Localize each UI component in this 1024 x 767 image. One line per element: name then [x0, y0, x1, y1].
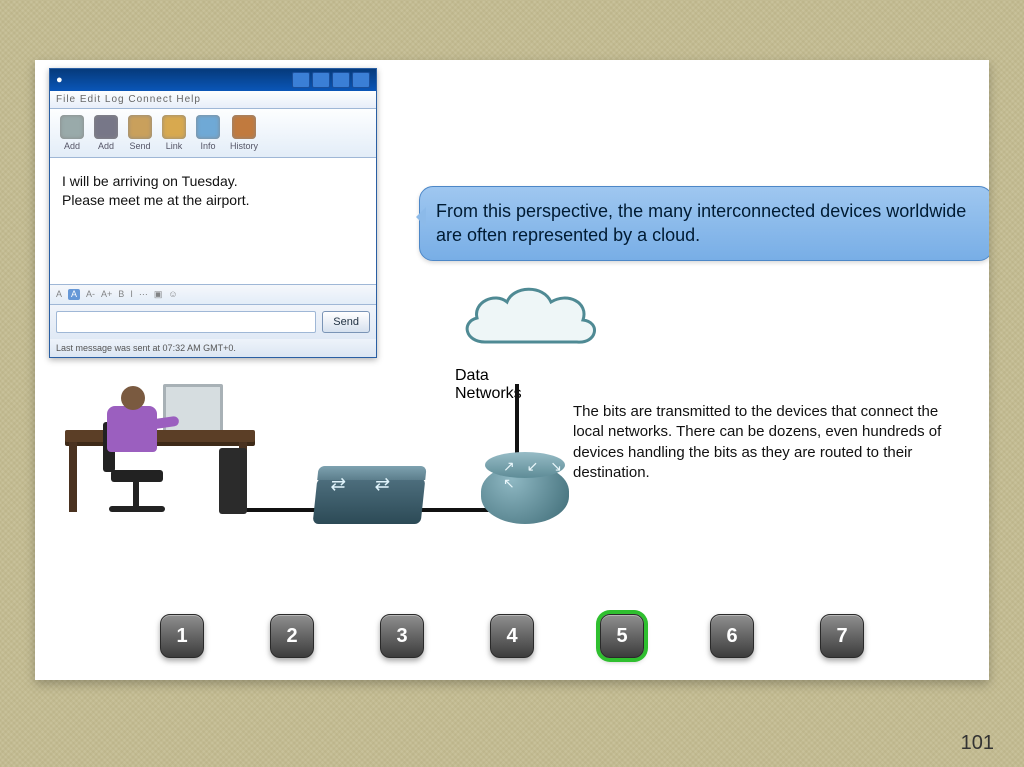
step-button-3[interactable]: 3 — [380, 614, 424, 658]
emoji-icon[interactable]: ☺ — [168, 289, 177, 300]
toolbar-label: Add — [98, 141, 114, 151]
user-at-desk — [55, 370, 555, 570]
step-button-4[interactable]: 4 — [490, 614, 534, 658]
chat-message-line1: I will be arriving on Tuesday. — [62, 172, 364, 191]
send-icon — [128, 115, 152, 139]
pc-tower-icon — [219, 448, 247, 514]
network-switch-icon: ⇄ ⇄ — [313, 478, 426, 524]
page-number: 101 — [961, 732, 994, 755]
network-router-icon: ↗ ↙ ↘ ↖ — [481, 464, 569, 524]
italic-icon[interactable]: I — [130, 289, 133, 300]
toolbar-item-link[interactable]: Link — [162, 115, 186, 151]
cloud-icon — [455, 278, 605, 362]
minimize-icon[interactable] — [292, 72, 310, 88]
desk-leg — [69, 442, 77, 512]
chat-titlebar[interactable]: ● — [50, 69, 376, 91]
info-icon — [196, 115, 220, 139]
font-icon[interactable]: A — [56, 289, 62, 300]
step-button-2[interactable]: 2 — [270, 614, 314, 658]
chat-status-bar: Last message was sent at 07:32 AM GMT+0. — [50, 339, 376, 357]
image-icon[interactable]: ▣ — [154, 289, 163, 300]
chat-format-bar[interactable]: A A A- A+ B I ⋯ ▣ ☺ — [50, 285, 376, 305]
step-button-5[interactable]: 5 — [600, 614, 644, 658]
mic-icon — [94, 115, 118, 139]
switch-arrows-icon: ⇄ ⇄ — [330, 474, 403, 495]
window-controls[interactable] — [292, 72, 370, 88]
size-down-icon[interactable]: A- — [86, 289, 95, 300]
chat-title-dot: ● — [56, 74, 63, 86]
size-up-icon[interactable]: A+ — [101, 289, 112, 300]
router-arrows-icon: ↗ ↙ ↘ ↖ — [503, 458, 569, 492]
step-button-7[interactable]: 7 — [820, 614, 864, 658]
speech-bubble: From this perspective, the many intercon… — [419, 186, 989, 261]
toolbar-label: Send — [129, 141, 150, 151]
chat-input-row: Send — [50, 305, 376, 339]
toolbar-item-history[interactable]: History — [230, 115, 258, 151]
restore-icon[interactable] — [332, 72, 350, 88]
bold-icon[interactable]: B — [118, 289, 124, 300]
toolbar-item-info[interactable]: Info — [196, 115, 220, 151]
step-button-1[interactable]: 1 — [160, 614, 204, 658]
more-icon[interactable]: ⋯ — [139, 289, 148, 300]
chat-message-body: I will be arriving on Tuesday. Please me… — [50, 158, 376, 285]
maximize-icon[interactable] — [312, 72, 330, 88]
toolbar-label: Link — [166, 141, 183, 151]
link-icon — [162, 115, 186, 139]
color-icon[interactable]: A — [68, 289, 80, 300]
close-icon[interactable] — [352, 72, 370, 88]
step-navigation: 1 2 3 4 5 6 7 — [35, 614, 989, 658]
send-button[interactable]: Send — [322, 311, 370, 333]
person-icon — [60, 115, 84, 139]
explanation-text: The bits are transmitted to the devices … — [573, 402, 973, 483]
toolbar-label: Info — [200, 141, 215, 151]
chat-toolbar: Add Add Send Link Info History — [50, 109, 376, 158]
chat-menu-bar[interactable]: File Edit Log Connect Help — [50, 91, 376, 109]
person-icon — [95, 386, 165, 506]
toolbar-item-add2[interactable]: Add — [94, 115, 118, 151]
step-button-6[interactable]: 6 — [710, 614, 754, 658]
chat-text-input[interactable] — [56, 311, 316, 333]
slide-content: ● File Edit Log Connect Help Add Add Sen… — [35, 60, 989, 680]
toolbar-item-send[interactable]: Send — [128, 115, 152, 151]
chat-window: ● File Edit Log Connect Help Add Add Sen… — [49, 68, 377, 358]
toolbar-label: History — [230, 141, 258, 151]
toolbar-item-add1[interactable]: Add — [60, 115, 84, 151]
chat-message-line2: Please meet me at the airport. — [62, 191, 364, 210]
toolbar-label: Add — [64, 141, 80, 151]
history-icon — [232, 115, 256, 139]
